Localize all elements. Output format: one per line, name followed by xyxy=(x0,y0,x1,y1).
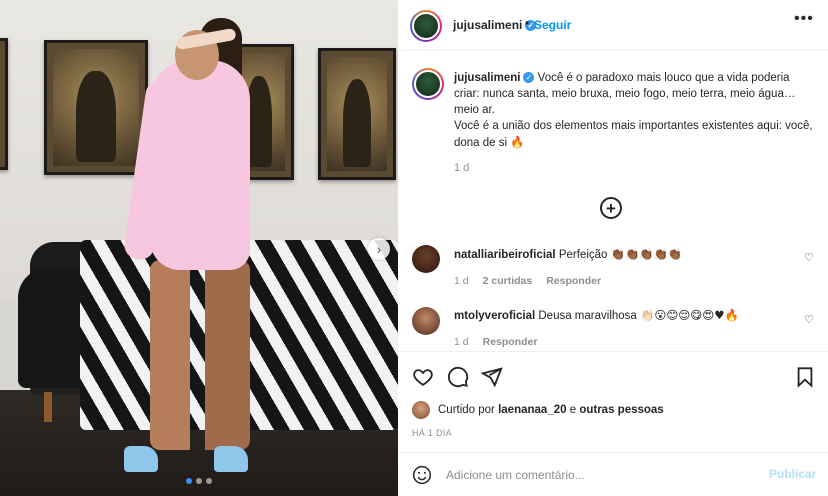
post-details-panel: jujusalimeni ✓ • Seguir ••• jujusalimeni ✓… xyxy=(398,0,828,496)
carousel-indicator xyxy=(186,478,212,484)
post-photo xyxy=(0,0,398,496)
comment-body: mtolyveroficial Deusa maravilhosa 👏🏻😮😊😌😋… xyxy=(454,307,739,324)
comment-username[interactable]: mtolyveroficial xyxy=(454,310,535,322)
photo-painting-1 xyxy=(44,40,148,175)
comment-text: Perfeição xyxy=(558,249,608,261)
comment-emojis: 👏🏾👏🏾👏🏾👏🏾👏🏾 xyxy=(610,247,683,261)
post-actions xyxy=(398,351,828,399)
speech-bubble-icon[interactable] xyxy=(447,366,469,388)
reply-button[interactable]: Responder xyxy=(483,336,538,348)
chevron-right-icon: › xyxy=(376,241,382,257)
comment-item: natalliaribeiroficial Perfeição 👏🏾👏🏾👏🏾👏🏾… xyxy=(412,243,818,293)
comment-text: Deusa maravilhosa xyxy=(538,310,637,322)
liker-avatar[interactable] xyxy=(412,401,430,419)
comment-likes[interactable]: 2 curtidas xyxy=(483,275,533,287)
post-date[interactable]: HÁ 1 DIA xyxy=(412,428,452,438)
verified-badge-icon: ✓ xyxy=(523,72,535,84)
paper-plane-icon[interactable] xyxy=(481,366,503,388)
next-image-button[interactable]: › xyxy=(368,238,390,260)
comment-time[interactable]: 1 d xyxy=(454,275,469,287)
follow-button[interactable]: Seguir xyxy=(534,18,571,32)
more-options-icon[interactable]: ••• xyxy=(794,10,814,28)
author-username[interactable]: jujusalimeni ✓ xyxy=(453,18,537,32)
photo-person xyxy=(150,60,250,270)
carousel-dot xyxy=(196,478,202,484)
header-separator: • xyxy=(525,18,530,30)
add-comment-bar: Publicar xyxy=(398,452,828,496)
comment-emojis: 👏🏻😮😊😌😋😍♥🔥 xyxy=(640,308,739,322)
liker-username[interactable]: laenanaa_20 xyxy=(498,404,566,416)
comment-item: mtolyveroficial Deusa maravilhosa 👏🏻😮😊😌😋… xyxy=(412,305,818,355)
photo-painting-left-edge xyxy=(0,38,8,170)
publish-button[interactable]: Publicar xyxy=(769,467,816,481)
plus-circle-icon[interactable]: + xyxy=(600,197,622,219)
comment-time[interactable]: 1 d xyxy=(454,336,469,348)
carousel-dot xyxy=(186,478,192,484)
heart-icon[interactable] xyxy=(412,366,434,388)
comment-like-heart-icon[interactable]: ♡ xyxy=(804,313,814,326)
likes-others-link[interactable]: outras pessoas xyxy=(579,404,663,416)
bookmark-icon[interactable] xyxy=(794,366,816,388)
carousel-dot xyxy=(206,478,212,484)
commenter-avatar[interactable] xyxy=(412,245,440,273)
comment-meta: 1 d Responder xyxy=(454,336,537,348)
likes-prefix: Curtido por xyxy=(438,404,495,416)
comment-input[interactable] xyxy=(446,465,746,485)
post-media[interactable]: › xyxy=(0,0,398,496)
commenter-avatar[interactable] xyxy=(412,307,440,335)
likes-summary: Curtido por laenanaa_20 e outras pessoas xyxy=(412,401,664,419)
comment-username[interactable]: natalliaribeiroficial xyxy=(454,249,556,261)
smiley-icon[interactable] xyxy=(412,465,432,485)
reply-button[interactable]: Responder xyxy=(546,275,601,287)
likes-connector: e xyxy=(569,404,577,416)
post-header: jujusalimeni ✓ • Seguir ••• xyxy=(398,0,828,51)
caption-text: jujusalimeni ✓ Você é o paradoxo mais lou… xyxy=(454,70,816,151)
comment-like-heart-icon[interactable]: ♡ xyxy=(804,251,814,264)
caption-time[interactable]: 1 d xyxy=(454,162,469,174)
comment-meta: 1 d 2 curtidas Responder xyxy=(454,275,601,287)
caption-line-2: Você é a união dos elementos mais import… xyxy=(454,120,813,149)
caption-avatar[interactable] xyxy=(412,68,444,100)
fire-emoji: 🔥 xyxy=(510,135,525,149)
author-avatar[interactable] xyxy=(410,10,442,42)
caption-username[interactable]: jujusalimeni xyxy=(454,72,520,84)
comment-body: natalliaribeiroficial Perfeição 👏🏾👏🏾👏🏾👏🏾… xyxy=(454,246,682,263)
photo-painting-3 xyxy=(318,48,396,180)
